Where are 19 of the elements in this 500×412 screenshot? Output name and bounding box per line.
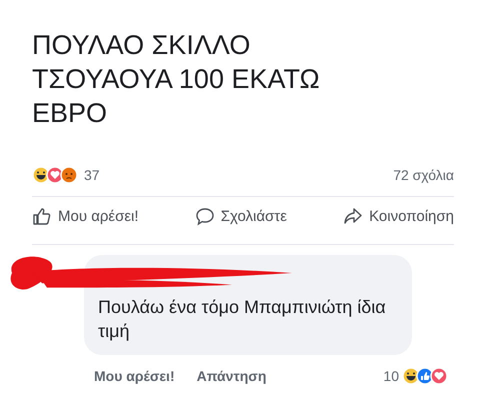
- comment-reaction-count[interactable]: 10: [383, 368, 399, 384]
- reply-link[interactable]: Απάντηση: [196, 368, 266, 384]
- post-text: ΠΟΥΛΑΟ ΣΚΙΛΛΟ ΤΣΟΥΑΟΥΑ 100 ΕΚΑΤΩ ΕΒΡΟ: [32, 29, 320, 130]
- reaction-count[interactable]: 37: [84, 167, 100, 183]
- share-button[interactable]: Κοινοποίηση: [343, 206, 454, 226]
- angry-reaction-icon: [60, 166, 78, 184]
- love-reaction-icon: [46, 166, 64, 184]
- speech-bubble-icon: [194, 206, 215, 226]
- share-arrow-icon: [343, 206, 364, 226]
- comment-text: Πουλάω ένα τόμο Μπαμπινιώτη ίδια τιμή: [98, 296, 387, 343]
- haha-reaction-icon: [402, 367, 420, 385]
- thumbs-up-icon: [32, 206, 52, 226]
- comment-count[interactable]: 72 σχόλια: [393, 167, 454, 183]
- like-button[interactable]: Μου αρέσει!: [32, 206, 139, 226]
- comment-button[interactable]: Σχολιάστε: [194, 206, 287, 226]
- like-reaction-icon: [416, 367, 434, 385]
- love-reaction-icon: [430, 367, 448, 385]
- like-link[interactable]: Μου αρέσει!: [94, 368, 175, 384]
- haha-reaction-icon: [32, 166, 50, 184]
